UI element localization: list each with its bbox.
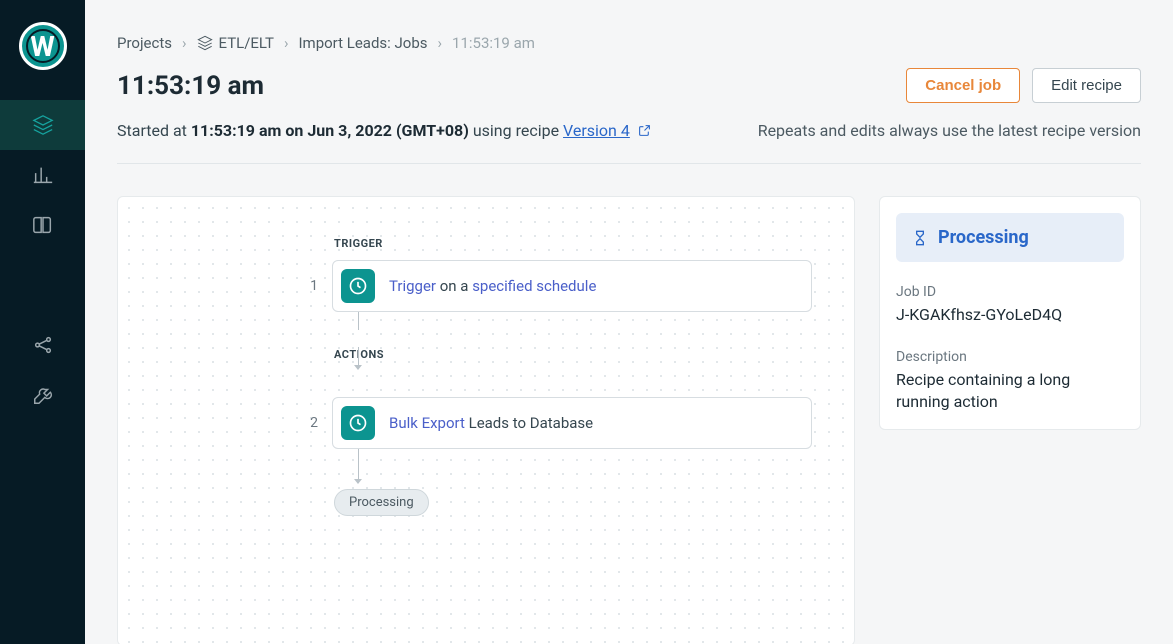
connector-arrow [353,449,363,489]
content-row: TRIGGER 1 Trigger on a specified schedul… [117,196,1141,644]
step-card-trigger[interactable]: Trigger on a specified schedule [332,260,812,312]
nav-tools[interactable] [0,370,85,420]
nav-library[interactable] [0,200,85,250]
actions-section-label: ACTIONS [334,348,854,361]
logo[interactable]: W [19,22,67,70]
edit-recipe-button[interactable]: Edit recipe [1032,68,1141,103]
breadcrumb-folder-label: ETL/ELT [219,34,274,52]
job-id-label: Job ID [896,284,1124,300]
version-link[interactable]: Version 4 [563,121,630,140]
stack-icon [197,35,213,51]
side-panel: Processing Job ID J-KGAKfhsz-GYoLeD4Q De… [879,196,1141,430]
step-row-1: 1 Trigger on a specified schedule [298,260,854,312]
clock-icon [341,269,375,303]
chevron-right-icon: › [284,34,289,52]
breadcrumb-folder[interactable]: ETL/ELT [197,34,274,52]
breadcrumb: Projects › ETL/ELT › Import Leads: Jobs … [117,34,1141,52]
step-text-2: Bulk Export Leads to Database [389,414,593,432]
bar-chart-icon [32,164,54,186]
description-value: Recipe containing a long running action [896,369,1124,414]
connector-arrow [353,347,363,397]
meta-right-note: Repeats and edits always use the latest … [758,121,1141,140]
started-time: 11:53:19 am on Jun 3, 2022 (GMT+08) [191,121,469,140]
page-title: 11:53:19 am [117,71,264,101]
nav-projects[interactable] [0,100,85,150]
divider [117,163,1141,164]
breadcrumb-current: 11:53:19 am [452,34,535,52]
cancel-job-button[interactable]: Cancel job [906,68,1020,103]
started-prefix: Started at [117,121,191,140]
step-number-1: 1 [298,278,318,294]
main-content: Projects › ETL/ELT › Import Leads: Jobs … [85,0,1173,644]
using-recipe-text: using recipe [469,121,563,140]
trigger-section-label: TRIGGER [334,237,854,250]
step-1-plain: on a [436,277,472,295]
wrench-icon [32,384,54,406]
description-label: Description [896,349,1124,365]
flow-canvas: TRIGGER 1 Trigger on a specified schedul… [117,196,855,644]
meta-row: Started at 11:53:19 am on Jun 3, 2022 (G… [117,121,1141,141]
external-link-icon [638,122,651,141]
stack-icon [32,114,54,136]
step-1-highlight-2: specified schedule [472,277,596,295]
nav-connections[interactable] [0,320,85,370]
hourglass-icon [912,230,928,246]
share-icon [32,334,54,356]
step-text-1: Trigger on a specified schedule [389,277,596,295]
breadcrumb-jobs[interactable]: Import Leads: Jobs [298,34,427,52]
meta-left: Started at 11:53:19 am on Jun 3, 2022 (G… [117,121,651,141]
nav-analytics[interactable] [0,150,85,200]
step-1-highlight-1: Trigger [389,277,436,295]
header-buttons: Cancel job Edit recipe [906,68,1141,103]
step-number-2: 2 [298,415,318,431]
header-row: 11:53:19 am Cancel job Edit recipe [117,68,1141,103]
logo-letter: W [30,30,55,63]
connector-line [353,312,363,348]
status-banner: Processing [896,213,1124,262]
job-id-value: J-KGAKfhsz-GYoLeD4Q [896,304,1124,326]
step-2-highlight-1: Bulk Export [389,414,465,432]
processing-pill: Processing [334,489,429,516]
clock-icon [341,406,375,440]
chevron-right-icon: › [438,34,443,52]
status-banner-title: Processing [938,227,1029,248]
book-icon [32,214,54,236]
sidebar: W [0,0,85,644]
step-card-action[interactable]: Bulk Export Leads to Database [332,397,812,449]
step-row-2: 2 Bulk Export Leads to Database [298,397,854,449]
chevron-right-icon: › [182,34,187,52]
breadcrumb-projects[interactable]: Projects [117,34,172,52]
step-2-plain: Leads to Database [465,414,593,432]
